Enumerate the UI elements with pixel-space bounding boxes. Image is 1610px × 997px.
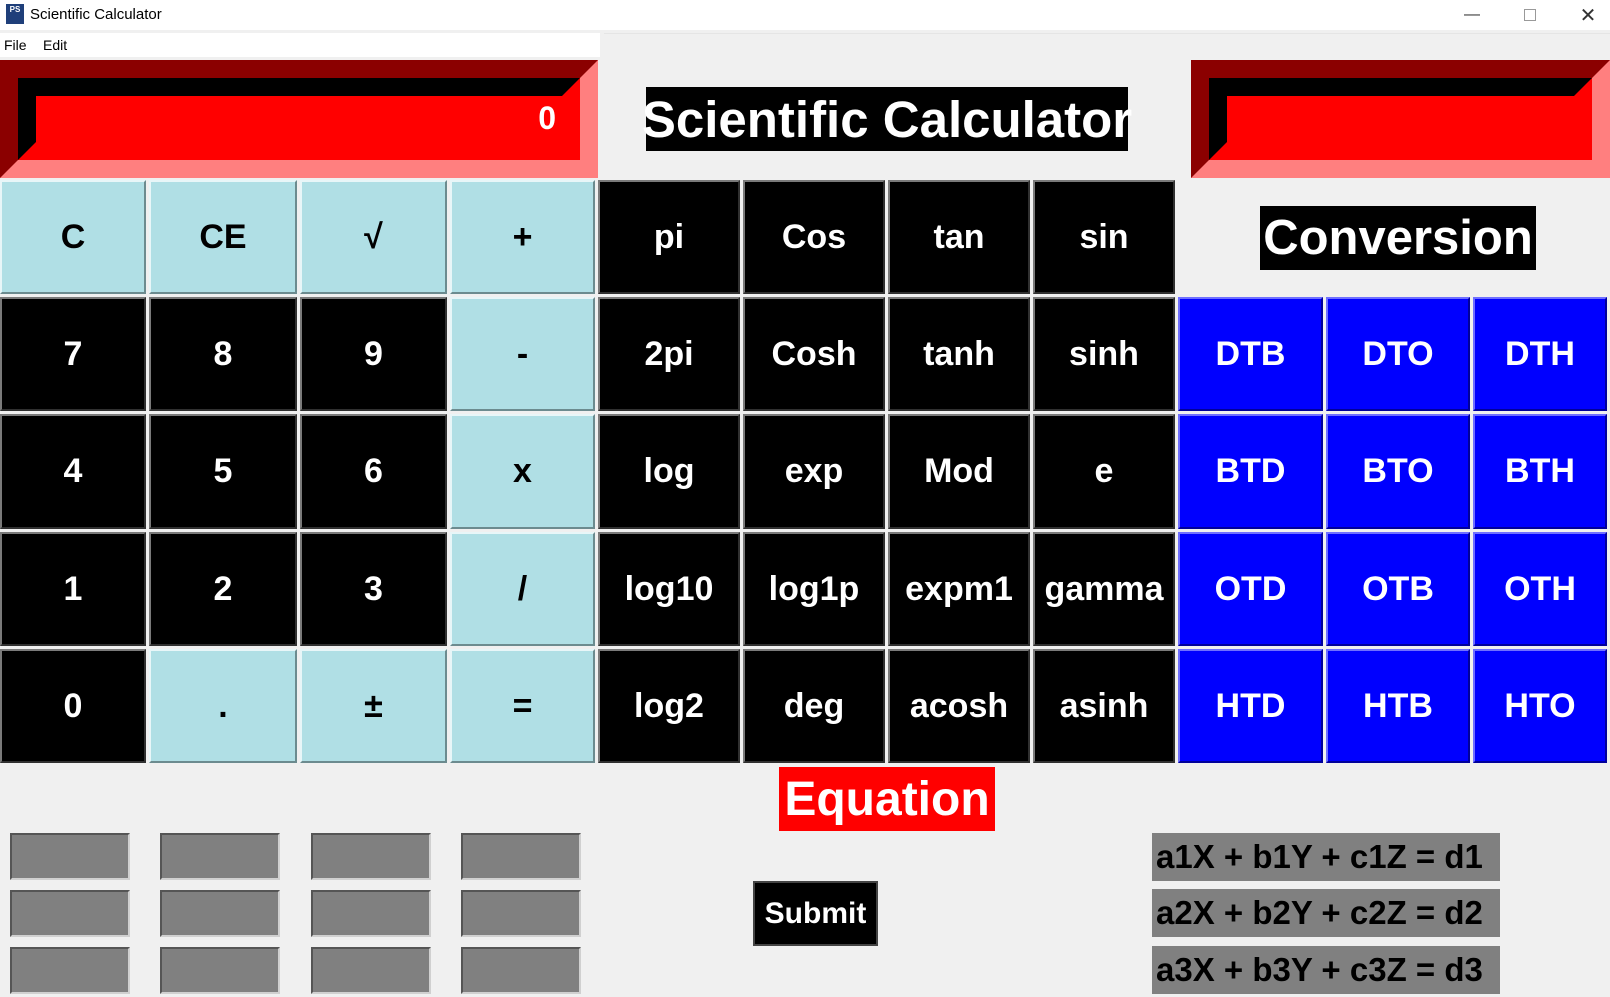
menu-file[interactable]: File: [4, 37, 27, 53]
key-2-2-button[interactable]: 6: [300, 414, 447, 529]
conversion-dto-button[interactable]: DTO: [1326, 297, 1470, 411]
key-4-4-button[interactable]: log2: [598, 649, 740, 763]
equation-title: Equation: [779, 767, 995, 831]
coefficient-input-1-3[interactable]: [461, 890, 581, 937]
key-1-3-button[interactable]: -: [450, 297, 595, 411]
key-0-0-button[interactable]: C: [0, 180, 146, 294]
close-button[interactable]: ✕: [1560, 0, 1610, 30]
key-2-5-button[interactable]: exp: [743, 414, 885, 529]
coefficient-input-2-3[interactable]: [461, 947, 581, 994]
key-4-5-button[interactable]: deg: [743, 649, 885, 763]
conversion-title: Conversion: [1260, 206, 1536, 270]
conversion-otd-button[interactable]: OTD: [1178, 532, 1323, 646]
key-4-0-button[interactable]: 0: [0, 649, 146, 763]
conversion-bth-button[interactable]: BTH: [1473, 414, 1607, 529]
key-0-2-button[interactable]: √: [300, 180, 447, 294]
coefficient-input-1-0[interactable]: [10, 890, 130, 937]
key-1-7-button[interactable]: sinh: [1033, 297, 1175, 411]
key-4-3-button[interactable]: =: [450, 649, 595, 763]
key-0-3-button[interactable]: +: [450, 180, 595, 294]
coefficient-input-2-1[interactable]: [160, 947, 280, 994]
secondary-display: [1191, 60, 1610, 178]
coefficient-input-0-1[interactable]: [160, 833, 280, 880]
menu-divider: [604, 33, 1610, 34]
minimize-button[interactable]: —: [1444, 0, 1500, 30]
menu-edit[interactable]: Edit: [43, 37, 67, 53]
coefficient-input-2-0[interactable]: [10, 947, 130, 994]
conversion-dth-button[interactable]: DTH: [1473, 297, 1607, 411]
key-1-4-button[interactable]: 2pi: [598, 297, 740, 411]
conversion-htd-button[interactable]: HTD: [1178, 649, 1323, 763]
key-3-0-button[interactable]: 1: [0, 532, 146, 646]
key-2-6-button[interactable]: Mod: [888, 414, 1030, 529]
key-1-0-button[interactable]: 7: [0, 297, 146, 411]
secondary-display-screen[interactable]: [1209, 78, 1592, 160]
coefficient-input-2-2[interactable]: [311, 947, 431, 994]
maximize-icon: [1524, 9, 1536, 21]
conversion-otb-button[interactable]: OTB: [1326, 532, 1470, 646]
key-2-7-button[interactable]: e: [1033, 414, 1175, 529]
main-display-screen[interactable]: 0: [18, 78, 580, 160]
key-1-5-button[interactable]: Cosh: [743, 297, 885, 411]
coefficient-input-0-3[interactable]: [461, 833, 581, 880]
equation-line-3: a3X + b3Y + c3Z = d3: [1152, 946, 1500, 994]
key-1-2-button[interactable]: 9: [300, 297, 447, 411]
coefficient-input-0-0[interactable]: [10, 833, 130, 880]
coefficient-input-1-1[interactable]: [160, 890, 280, 937]
display-value: 0: [538, 100, 556, 136]
conversion-hto-button[interactable]: HTO: [1473, 649, 1607, 763]
key-4-2-button[interactable]: ±: [300, 649, 447, 763]
maximize-button[interactable]: [1502, 0, 1558, 30]
title-bar: PS Scientific Calculator — ✕: [0, 0, 1610, 30]
minimize-icon: —: [1464, 6, 1480, 23]
conversion-btd-button[interactable]: BTD: [1178, 414, 1323, 529]
conversion-oth-button[interactable]: OTH: [1473, 532, 1607, 646]
key-2-0-button[interactable]: 4: [0, 414, 146, 529]
key-0-6-button[interactable]: tan: [888, 180, 1030, 294]
conversion-dtb-button[interactable]: DTB: [1178, 297, 1323, 411]
key-1-1-button[interactable]: 8: [149, 297, 297, 411]
conversion-bto-button[interactable]: BTO: [1326, 414, 1470, 529]
key-2-4-button[interactable]: log: [598, 414, 740, 529]
key-3-3-button[interactable]: /: [450, 532, 595, 646]
main-display: 0: [0, 60, 598, 178]
close-icon: ✕: [1579, 4, 1597, 27]
key-3-1-button[interactable]: 2: [149, 532, 297, 646]
key-1-6-button[interactable]: tanh: [888, 297, 1030, 411]
coefficient-input-0-2[interactable]: [311, 833, 431, 880]
key-3-7-button[interactable]: gamma: [1033, 532, 1175, 646]
key-0-5-button[interactable]: Cos: [743, 180, 885, 294]
key-4-1-button[interactable]: .: [149, 649, 297, 763]
key-3-5-button[interactable]: log1p: [743, 532, 885, 646]
key-3-4-button[interactable]: log10: [598, 532, 740, 646]
conversion-htb-button[interactable]: HTB: [1326, 649, 1470, 763]
calculator-title: Scientific Calculator: [642, 87, 1132, 151]
key-2-1-button[interactable]: 5: [149, 414, 297, 529]
equation-line-1: a1X + b1Y + c1Z = d1: [1152, 833, 1500, 881]
key-3-2-button[interactable]: 3: [300, 532, 447, 646]
key-0-7-button[interactable]: sin: [1033, 180, 1175, 294]
submit-button[interactable]: Submit: [753, 881, 878, 946]
menu-bar: [0, 33, 600, 57]
key-4-6-button[interactable]: acosh: [888, 649, 1030, 763]
equation-line-2: a2X + b2Y + c2Z = d2: [1152, 889, 1500, 937]
key-0-4-button[interactable]: pi: [598, 180, 740, 294]
coefficient-input-1-2[interactable]: [311, 890, 431, 937]
window-title: Scientific Calculator: [30, 6, 162, 23]
app-icon: PS: [6, 4, 24, 24]
key-2-3-button[interactable]: x: [450, 414, 595, 529]
key-4-7-button[interactable]: asinh: [1033, 649, 1175, 763]
key-0-1-button[interactable]: CE: [149, 180, 297, 294]
key-3-6-button[interactable]: expm1: [888, 532, 1030, 646]
